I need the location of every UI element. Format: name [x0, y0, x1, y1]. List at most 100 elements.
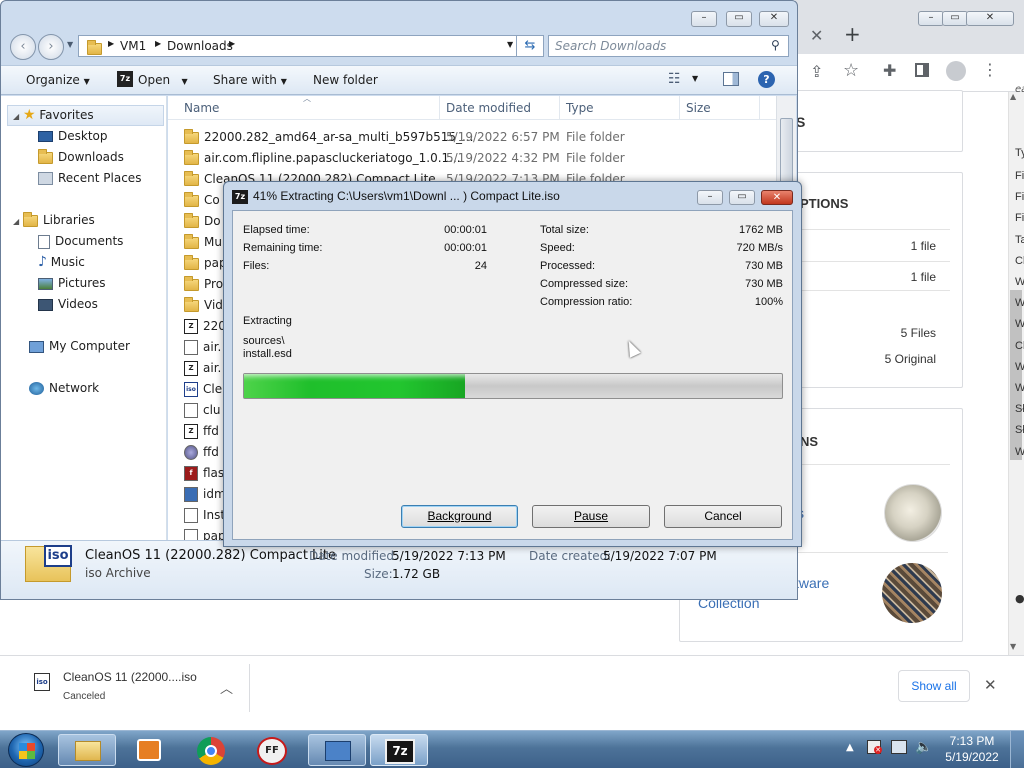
nav-network[interactable]: Network: [29, 378, 99, 399]
taskbar-control-panel[interactable]: [308, 734, 366, 766]
file-row[interactable]: f flas: [184, 463, 224, 484]
col-date[interactable]: Date modified: [440, 96, 560, 120]
taskbar-media-player[interactable]: [121, 734, 179, 766]
search-input[interactable]: Search Downloads ⚲: [548, 35, 789, 57]
taskbar-ffdec[interactable]: FF: [245, 734, 303, 766]
file-row[interactable]: Zffd: [184, 421, 219, 442]
file-row[interactable]: air.: [184, 337, 221, 358]
pause-button[interactable]: Pause: [532, 505, 650, 528]
dialog-maximize-button[interactable]: ▭: [729, 190, 755, 205]
thumbnail-image[interactable]: [884, 484, 942, 542]
file-row[interactable]: Vid: [184, 295, 223, 316]
scroll-down-icon[interactable]: ▼: [1010, 642, 1016, 651]
extensions-icon[interactable]: ✚: [883, 61, 896, 80]
file-row[interactable]: Pro: [184, 274, 223, 295]
chrome-menu-icon[interactable]: ⋮: [982, 60, 998, 79]
file-name: Do: [204, 214, 221, 228]
chevron-up-icon[interactable]: ︿: [220, 678, 233, 697]
help-icon[interactable]: ?: [758, 71, 775, 88]
bookmark-star-icon[interactable]: ☆: [843, 60, 859, 81]
breadcrumb-downloads[interactable]: Downloads: [167, 39, 233, 53]
chrome-minimize-button[interactable]: –: [918, 11, 944, 26]
search-icon[interactable]: ⚲: [771, 38, 780, 52]
explorer-minimize-button[interactable]: –: [691, 11, 717, 27]
organize-button[interactable]: Organize ▼: [26, 73, 90, 87]
tray-volume-icon[interactable]: 🔈: [915, 739, 932, 755]
file-row[interactable]: Co: [184, 190, 220, 211]
file-row[interactable]: 22000.282_amd64_ar-sa_multi_b597b515_...: [184, 127, 473, 148]
file-row[interactable]: pap: [184, 253, 227, 274]
file-row[interactable]: Mu: [184, 232, 222, 253]
tray-flag-icon[interactable]: ✕: [867, 740, 882, 754]
file-row[interactable]: idm: [184, 484, 226, 505]
open-button[interactable]: Open ▼: [138, 73, 188, 87]
share-with-button[interactable]: Share with ▼: [213, 73, 287, 87]
show-all-button[interactable]: Show all: [898, 670, 970, 702]
address-dropdown-icon[interactable]: ▼: [507, 40, 513, 49]
file-row[interactable]: Inst: [184, 505, 225, 526]
nav-downloads[interactable]: Downloads: [38, 147, 124, 168]
chevron-down-icon[interactable]: ▼: [692, 74, 698, 83]
side-text-top: ea: [1015, 84, 1024, 95]
chrome-close-button[interactable]: ✕: [966, 11, 1014, 26]
cancel-button[interactable]: Cancel: [664, 505, 782, 528]
taskbar-explorer[interactable]: [58, 734, 116, 766]
nav-documents[interactable]: Documents: [38, 231, 123, 252]
nav-pictures[interactable]: Pictures: [38, 273, 106, 294]
clock-time[interactable]: 7:13 PM: [942, 734, 1002, 748]
explorer-maximize-button[interactable]: ▭: [726, 11, 752, 27]
refresh-icon[interactable]: ⇆: [516, 35, 544, 57]
start-button[interactable]: [8, 733, 44, 767]
col-type[interactable]: Type: [560, 96, 680, 120]
preview-pane-icon[interactable]: [723, 72, 739, 86]
nav-libraries[interactable]: ◢ Libraries: [13, 210, 95, 231]
tray-network-icon[interactable]: [891, 740, 907, 754]
dialog-minimize-button[interactable]: –: [697, 190, 723, 205]
side-panel-icon[interactable]: [915, 63, 929, 77]
pictures-icon: [38, 277, 53, 290]
explorer-close-button[interactable]: ✕: [759, 11, 789, 27]
nav-desktop[interactable]: Desktop: [38, 126, 108, 147]
folder-icon: [184, 149, 199, 165]
tray-expand-icon[interactable]: ▲: [846, 742, 854, 753]
details-filetype: iso Archive: [85, 566, 151, 580]
new-folder-button[interactable]: New folder: [313, 73, 378, 87]
file-row[interactable]: pap: [184, 526, 226, 540]
file-row[interactable]: Do: [184, 211, 221, 232]
address-field[interactable]: ▶ VM1 ▶ Downloads ▶ ▼: [78, 35, 524, 57]
profile-avatar[interactable]: [946, 61, 966, 81]
view-options-icon[interactable]: ☷: [668, 71, 681, 87]
chrome-maximize-button[interactable]: ▭: [942, 11, 968, 26]
file-row[interactable]: Zair.: [184, 358, 221, 379]
dialog-close-button[interactable]: ✕: [761, 190, 793, 205]
nav-my-computer[interactable]: My Computer: [29, 336, 130, 357]
nav-music[interactable]: ♪ Music: [38, 252, 85, 273]
file-row[interactable]: Z 220: [184, 316, 226, 337]
clock-date[interactable]: 5/19/2022: [942, 750, 1002, 764]
nav-favorites[interactable]: ◢ ★ Favorites: [13, 105, 94, 126]
nav-recent-places[interactable]: Recent Places: [38, 168, 141, 189]
file-row[interactable]: iso Cle: [184, 379, 222, 400]
back-button[interactable]: ‹: [10, 34, 36, 60]
show-desktop-button[interactable]: [1010, 731, 1024, 768]
taskbar-7zip[interactable]: 7z: [370, 734, 428, 766]
file-row[interactable]: clu: [184, 400, 221, 421]
progress-bar: [243, 373, 783, 399]
file-row[interactable]: ffd: [184, 442, 219, 463]
col-size[interactable]: Size: [680, 96, 760, 120]
share-icon[interactable]: ⇪: [810, 62, 823, 81]
recent-pages-icon[interactable]: ▼: [67, 40, 73, 49]
shelf-close-icon[interactable]: ✕: [984, 676, 997, 694]
nav-label: Libraries: [42, 213, 95, 227]
thumbnail-image[interactable]: [882, 563, 942, 623]
background-button[interactable]: Background: [401, 505, 518, 528]
tab-close-icon[interactable]: ✕: [810, 26, 823, 45]
card-link-2a[interactable]: tware: [795, 575, 829, 591]
taskbar-chrome[interactable]: [183, 734, 241, 766]
nav-videos[interactable]: Videos: [38, 294, 98, 315]
new-tab-icon[interactable]: +: [844, 22, 861, 46]
download-filename[interactable]: CleanOS 11 (22000....iso: [63, 670, 197, 684]
file-row[interactable]: air.com.flipline.papascluckeriatogo_1.0.…: [184, 148, 461, 169]
forward-button[interactable]: ›: [38, 34, 64, 60]
breadcrumb-vm1[interactable]: VM1: [120, 39, 146, 53]
